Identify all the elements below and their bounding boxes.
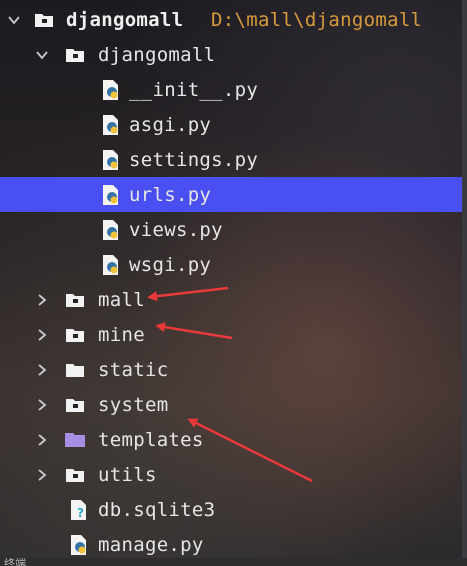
tree-item-wsgi[interactable]: wsgi.py <box>0 247 462 282</box>
tree-item-label: manage.py <box>98 533 204 556</box>
tree-item-label: utils <box>98 463 157 486</box>
folder-icon <box>64 289 86 311</box>
chevron-right-icon[interactable] <box>34 397 50 413</box>
chevron-right-icon[interactable] <box>34 327 50 343</box>
tree-item-asgi[interactable]: asgi.py <box>0 107 462 142</box>
python-file-icon <box>100 114 122 136</box>
chevron-down-icon[interactable] <box>6 12 22 28</box>
python-file-icon <box>68 534 90 556</box>
tree-item-label: __init__.py <box>129 78 259 101</box>
tree-item-label: db.sqlite3 <box>98 498 216 521</box>
project-tree: djangomall D:\mall\djangomall djangomall… <box>0 0 462 560</box>
tree-item-label: views.py <box>129 218 223 241</box>
project-name: djangomall <box>66 8 184 31</box>
status-bar: 终端 <box>0 558 467 566</box>
folder-icon <box>64 359 86 381</box>
tree-item-label: mall <box>98 288 145 311</box>
tree-item-templates[interactable]: templates <box>0 422 462 457</box>
folder-icon <box>64 44 86 66</box>
chevron-right-icon[interactable] <box>34 362 50 378</box>
tree-root-row[interactable]: djangomall D:\mall\djangomall <box>0 2 462 37</box>
folder-icon <box>64 324 86 346</box>
chevron-right-icon[interactable] <box>34 292 50 308</box>
tree-item-mine[interactable]: mine <box>0 317 462 352</box>
template-folder-icon <box>64 429 86 451</box>
tree-item-label: mine <box>98 323 145 346</box>
tree-item-utils[interactable]: utils <box>0 457 462 492</box>
python-file-icon <box>100 254 122 276</box>
tree-item-urls[interactable]: urls.py <box>0 177 462 212</box>
chevron-right-icon[interactable] <box>34 467 50 483</box>
vertical-scrollbar[interactable] <box>462 0 467 560</box>
python-file-icon <box>100 79 122 101</box>
tree-item-system[interactable]: system <box>0 387 462 422</box>
tree-item-label: templates <box>98 428 204 451</box>
tree-item-label: urls.py <box>129 183 212 206</box>
tree-item-label: static <box>98 358 169 381</box>
tree-item-static[interactable]: static <box>0 352 462 387</box>
tree-item-views[interactable]: views.py <box>0 212 462 247</box>
folder-icon <box>33 9 55 31</box>
chevron-down-icon[interactable] <box>34 47 50 63</box>
folder-icon <box>64 464 86 486</box>
folder-icon <box>64 394 86 416</box>
tree-item-label: djangomall <box>98 43 216 66</box>
tree-item-init[interactable]: __init__.py <box>0 72 462 107</box>
python-file-icon <box>100 149 122 171</box>
tree-item-label: settings.py <box>129 148 259 171</box>
tree-item-label: system <box>98 393 169 416</box>
unknown-file-icon: ? <box>68 499 90 521</box>
tree-item-manage[interactable]: manage.py <box>0 527 462 562</box>
tree-item-settings[interactable]: settings.py <box>0 142 462 177</box>
project-path: D:\mall\djangomall <box>211 8 423 31</box>
python-file-icon <box>100 184 122 206</box>
status-text: 终端 <box>4 558 26 566</box>
svg-text:?: ? <box>77 506 84 520</box>
tree-item-djangomall[interactable]: djangomall <box>0 37 462 72</box>
python-file-icon <box>100 219 122 241</box>
tree-item-db-sqlite3[interactable]: ? db.sqlite3 <box>0 492 462 527</box>
tree-item-label: asgi.py <box>129 113 212 136</box>
chevron-right-icon[interactable] <box>34 432 50 448</box>
tree-item-mall[interactable]: mall <box>0 282 462 317</box>
tree-item-label: wsgi.py <box>129 253 212 276</box>
